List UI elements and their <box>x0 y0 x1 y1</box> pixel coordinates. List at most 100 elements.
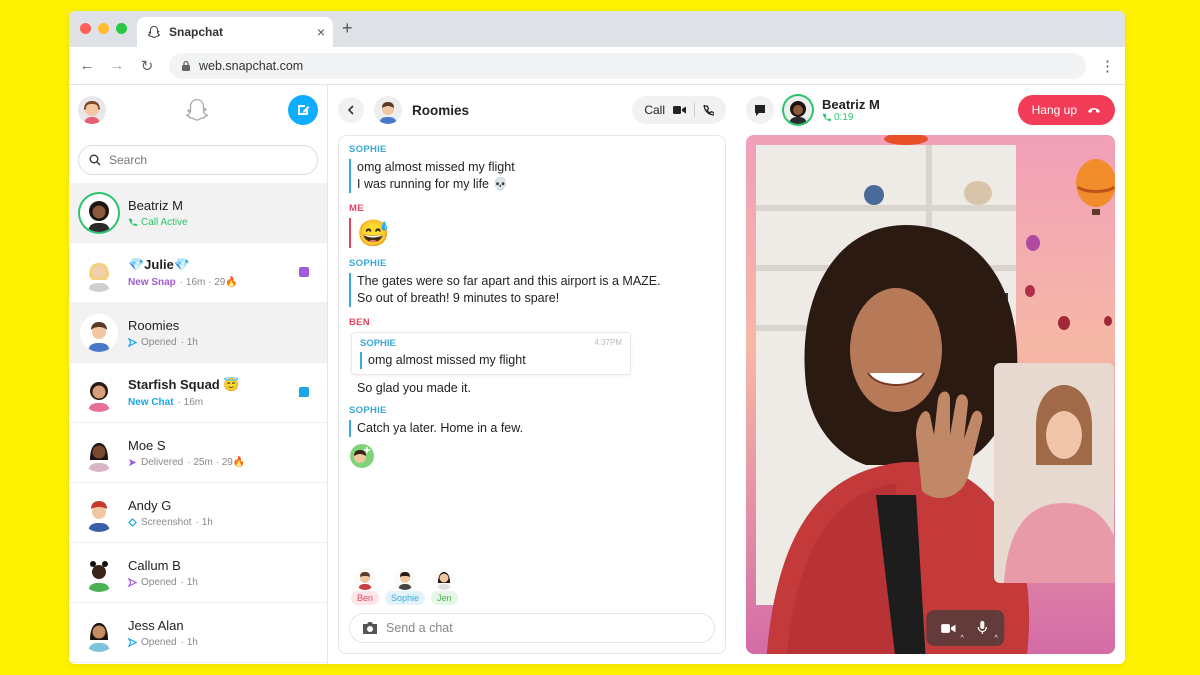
chat-name: Moe S <box>128 437 166 453</box>
back-button[interactable] <box>338 97 364 123</box>
avatar <box>80 253 118 292</box>
new-tab-button[interactable]: + <box>342 18 353 39</box>
chat-item-starfish-squad[interactable]: Starfish Squad 😇 New Chat · 16m <box>69 363 327 423</box>
chat-item-julie[interactable]: 💎Julie💎 New Snap · 16m · 29🔥 <box>69 243 327 303</box>
search-input[interactable]: Search <box>78 145 318 175</box>
sent-arrow-icon <box>128 337 137 347</box>
chat-item-callum[interactable]: Callum B Opened · 1h <box>69 543 327 603</box>
tab-title: Snapchat <box>169 25 224 39</box>
participant-ben[interactable]: Ben <box>351 568 380 605</box>
browser-tab[interactable]: Snapchat × <box>137 17 333 47</box>
browser-menu-icon[interactable]: ⋮ <box>1100 57 1115 75</box>
chat-bubble-icon <box>755 105 765 116</box>
chat-item-jess[interactable]: Jess Alan Opened · 1h <box>69 603 327 663</box>
new-chat-button[interactable] <box>288 95 318 125</box>
chevron-up-icon[interactable]: ^ <box>961 635 964 642</box>
sender-name: SOPHIE <box>349 258 387 269</box>
tab-close-icon[interactable]: × <box>317 24 325 40</box>
video-call-pane: Beatriz M 0:19 Hang up ^ ^ <box>736 85 1125 664</box>
message-text: So out of breath! 9 minutes to spare! <box>357 291 560 305</box>
forward-button[interactable]: → <box>109 57 125 74</box>
phone-call-icon[interactable] <box>703 104 714 116</box>
chat-item-roomies[interactable]: Roomies Opened · 1h <box>69 303 327 363</box>
chat-item-andy[interactable]: Andy G Screenshot · 1h <box>69 483 327 543</box>
quoted-message[interactable]: SOPHIE 4:37PM omg almost missed my fligh… <box>351 332 631 375</box>
avatar <box>80 613 118 652</box>
message-text: I was running for my life 💀 <box>357 177 509 191</box>
chat-status-meta: · 16m · 29🔥 <box>179 277 238 288</box>
phone-icon <box>128 217 137 226</box>
quote-timestamp: 4:37PM <box>594 338 622 347</box>
caller-name: Beatriz M <box>822 97 880 112</box>
remote-video-feed[interactable]: ^ ^ <box>746 135 1115 654</box>
participant-sophie[interactable]: Sophie <box>385 568 426 605</box>
microphone-icon <box>977 621 987 634</box>
minimize-window-button[interactable] <box>98 23 109 34</box>
emoji-message: 😅 <box>357 218 390 248</box>
video-scene-image <box>746 135 1115 654</box>
group-avatar[interactable] <box>374 96 402 124</box>
my-bitmoji-avatar[interactable] <box>78 96 106 124</box>
avatar <box>80 493 118 532</box>
compose-icon <box>298 105 310 115</box>
back-button[interactable]: ← <box>79 57 95 74</box>
chat-status-meta: · 1h <box>180 576 198 588</box>
sender-name: ME <box>349 203 364 214</box>
participant-jen[interactable]: Jen <box>431 568 458 605</box>
participant-name: Jen <box>431 591 458 605</box>
sender-name: SOPHIE <box>349 405 387 416</box>
message-list: SOPHIE omg almost missed my flight I was… <box>338 135 726 654</box>
chat-name: Beatriz M <box>128 197 183 213</box>
message-input-placeholder: Send a chat <box>386 621 453 635</box>
chat-item-beatriz[interactable]: Beatriz M Call Active <box>69 183 327 243</box>
chat-item-moe[interactable]: Moe S Delivered · 25m · 29🔥 <box>69 423 327 483</box>
microphone-toggle-button[interactable]: ^ <box>968 616 998 642</box>
avatar <box>80 553 118 592</box>
maximize-window-button[interactable] <box>116 23 127 34</box>
avatar <box>80 193 118 232</box>
close-window-button[interactable] <box>80 23 91 34</box>
sender-name: BEN <box>349 317 370 328</box>
chat-status-meta: · 16m <box>177 397 204 408</box>
open-chat-button[interactable] <box>746 96 774 124</box>
chevron-up-icon[interactable]: ^ <box>995 635 998 642</box>
message-text: omg almost missed my flight <box>357 160 515 174</box>
message-group: BEN SOPHIE 4:37PM omg almost missed my f… <box>349 317 715 395</box>
video-call-icon[interactable] <box>673 105 686 115</box>
search-placeholder: Search <box>109 153 148 167</box>
chat-status-text: New Chat <box>128 397 174 408</box>
chat-header: Roomies Call <box>338 85 726 135</box>
message-input[interactable]: Send a chat <box>349 613 715 643</box>
chat-status-meta: · 1h <box>195 516 213 528</box>
quote-text: omg almost missed my flight <box>360 352 622 369</box>
unread-chat-indicator <box>299 387 309 397</box>
hang-up-button[interactable]: Hang up <box>1017 95 1115 125</box>
chat-name: 💎Julie💎 <box>128 257 190 272</box>
url-field[interactable]: web.snapchat.com <box>169 52 1086 79</box>
chat-status-text: Opened <box>141 336 177 348</box>
reload-button[interactable]: ↻ <box>139 57 155 75</box>
call-label: Call <box>644 103 665 117</box>
call-duration: 0:19 <box>834 112 854 123</box>
snapchat-ghost-icon <box>185 98 209 121</box>
quote-sender: SOPHIE <box>360 338 396 349</box>
avatar <box>80 373 118 412</box>
caller-avatar[interactable] <box>784 96 812 124</box>
sender-name: SOPHIE <box>349 144 387 155</box>
bitmoji-sticker[interactable] <box>349 443 375 469</box>
message-text: So glad you made it. <box>357 381 471 395</box>
screenshot-icon <box>128 517 137 527</box>
unread-snap-indicator <box>299 267 309 277</box>
camera-icon[interactable] <box>362 621 378 635</box>
chat-name: Callum B <box>128 557 181 573</box>
hang-up-label: Hang up <box>1031 103 1077 117</box>
chat-status-meta: · 1h <box>180 636 198 648</box>
camera-toggle-button[interactable]: ^ <box>934 616 964 642</box>
sidebar-header <box>69 85 327 135</box>
hang-up-phone-icon <box>1088 108 1100 113</box>
chat-status-meta: · 1h <box>180 336 198 348</box>
chat-title: Roomies <box>412 102 470 118</box>
message-group: SOPHIE Catch ya later. Home in a few. <box>349 405 715 474</box>
message-group: ME 😅 <box>349 203 715 248</box>
chevron-left-icon <box>347 105 354 115</box>
